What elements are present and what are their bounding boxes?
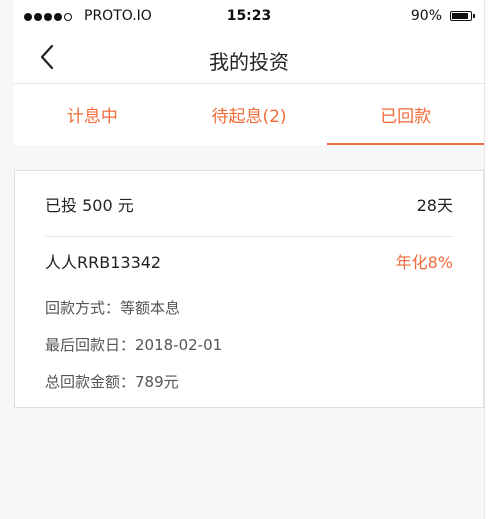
investment-summary-row: 已投 500 元 28天: [45, 171, 453, 237]
total-repayment-amount: 总回款金额：789元: [45, 373, 179, 391]
page-title: 我的投资: [209, 50, 289, 74]
product-name: 人人RRB13342: [45, 253, 162, 272]
device-frame-left: [0, 0, 14, 519]
annual-rate: 年化8%: [395, 253, 453, 272]
nav-bar: 我的投资: [14, 34, 484, 84]
invested-amount: 已投 500 元: [45, 195, 134, 215]
final-repayment-date: 最后回款日：2018-02-01: [45, 336, 223, 354]
investment-card[interactable]: 已投 500 元 28天 人人RRB13342 年化8% 回款方式：等额本息 最…: [14, 170, 484, 408]
tab-repaid[interactable]: 已回款: [327, 84, 484, 145]
repayment-method: 回款方式：等额本息: [45, 299, 181, 317]
device-frame-right: [484, 0, 498, 519]
tab-pending-interest[interactable]: 待起息(2): [171, 84, 328, 145]
investment-duration: 28天: [416, 195, 453, 215]
product-row: 人人RRB13342 年化8%: [45, 247, 453, 275]
tab-accruing[interactable]: 计息中: [14, 84, 171, 145]
battery-percent: 90%: [410, 8, 442, 24]
status-bar: PROTO.IO 15:23 90%: [14, 0, 484, 34]
battery-icon: [450, 11, 475, 21]
tab-bar: 计息中 待起息(2) 已回款: [14, 84, 484, 145]
